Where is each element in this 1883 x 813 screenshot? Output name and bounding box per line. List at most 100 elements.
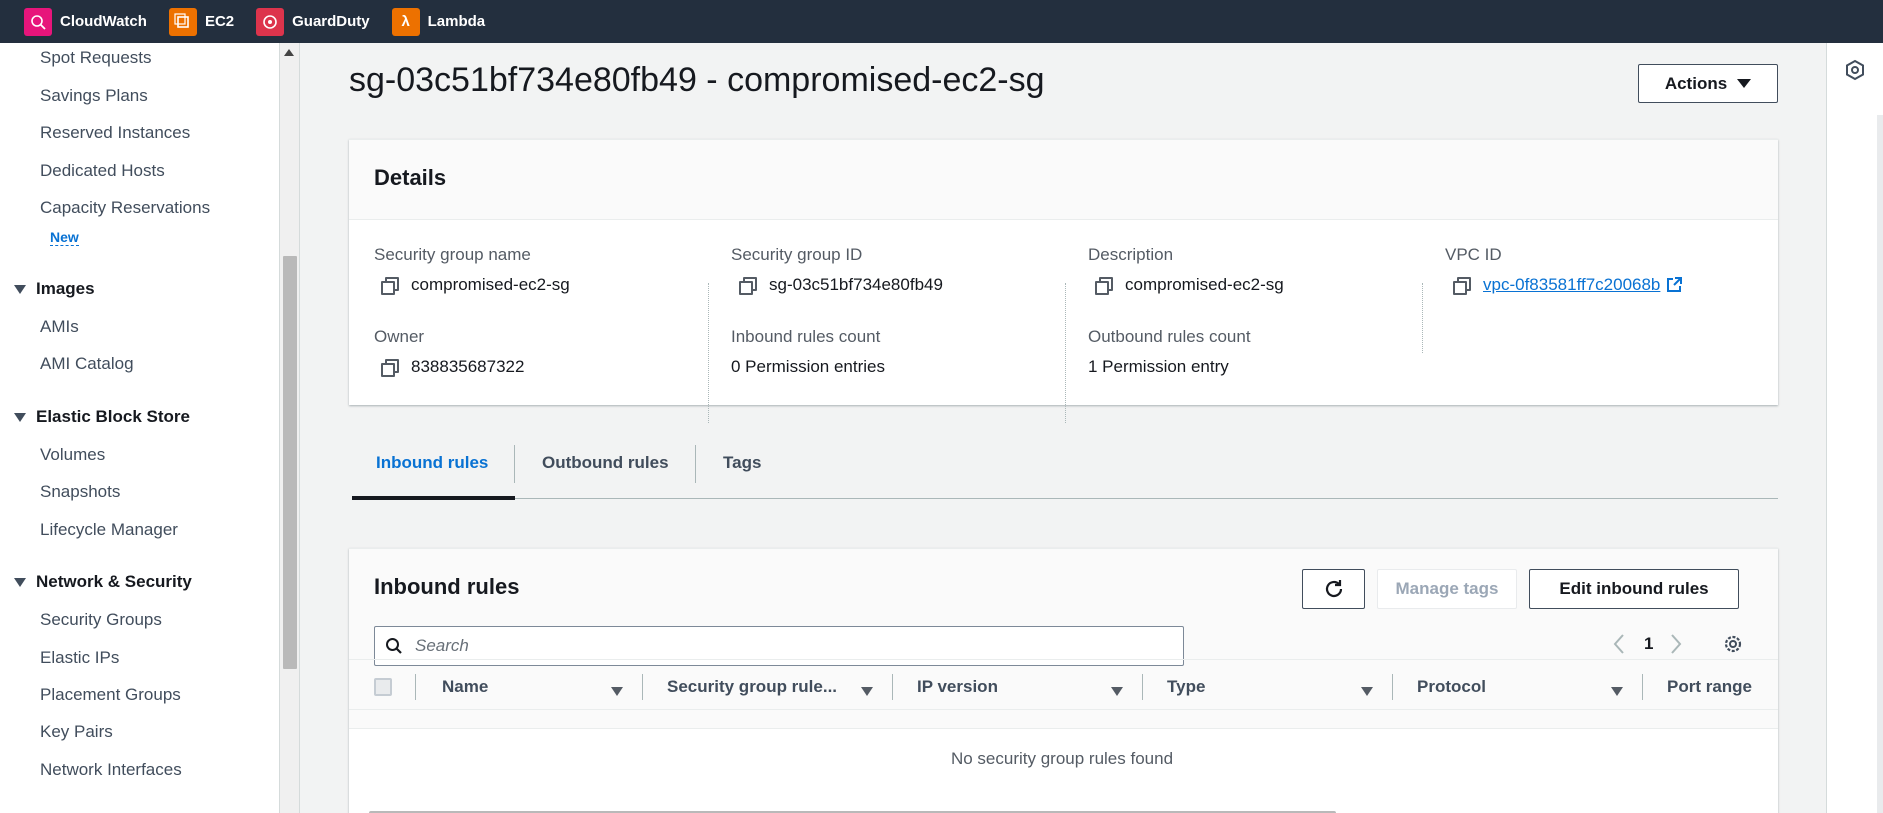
new-badge[interactable]: New <box>50 229 79 246</box>
gear-icon[interactable] <box>1722 633 1744 660</box>
service-label: CloudWatch <box>60 13 147 30</box>
sidebar-item-ami-catalog[interactable]: AMI Catalog <box>40 354 134 374</box>
prev-page-icon[interactable] <box>1612 633 1626 660</box>
tab-tags[interactable]: Tags <box>723 453 761 473</box>
sidebar-item-capacity-reservations[interactable]: Capacity Reservations <box>40 198 210 218</box>
next-page-icon[interactable] <box>1669 633 1683 660</box>
edit-inbound-rules-button[interactable]: Edit inbound rules <box>1529 569 1739 609</box>
sidebar-scrollbar-thumb[interactable] <box>283 256 297 669</box>
external-link-icon[interactable] <box>1666 277 1683 293</box>
section-title: Images <box>36 279 95 298</box>
cloudwatch-icon <box>24 7 52 36</box>
help-panel-icon[interactable] <box>1844 59 1866 86</box>
sidebar-item-savings-plans[interactable]: Savings Plans <box>40 86 148 106</box>
section-title: Network & Security <box>36 572 192 591</box>
lambda-icon: λ <box>391 7 420 36</box>
panel-header <box>349 140 1778 220</box>
column-header-security-group-rule[interactable]: Security group rule... <box>667 677 837 697</box>
sg-name-value: compromised-ec2-sg <box>381 275 570 295</box>
header-separator <box>415 674 416 700</box>
column-header-port-range[interactable]: Port range <box>1667 677 1752 697</box>
column-header-ip-version[interactable]: IP version <box>917 677 998 697</box>
page-number[interactable]: 1 <box>1644 634 1653 654</box>
service-shortcut-lambda[interactable]: λ Lambda <box>391 7 486 36</box>
header-separator <box>1642 674 1643 700</box>
sidebar-item-placement-groups[interactable]: Placement Groups <box>40 685 181 705</box>
actions-label: Actions <box>1664 73 1728 93</box>
service-shortcut-ec2[interactable]: EC2 <box>168 7 234 36</box>
column-divider <box>1422 283 1423 353</box>
copy-icon[interactable] <box>381 359 399 377</box>
sort-icon[interactable] <box>1361 687 1373 696</box>
sidebar-section-network-security[interactable]: Network & Security <box>14 572 192 592</box>
sg-id-text: sg-03c51bf734e80fb49 <box>769 275 943 294</box>
table-header-border <box>349 709 1778 710</box>
sidebar-section-elastic-block-store[interactable]: Elastic Block Store <box>14 407 190 427</box>
sidebar-item-security-groups[interactable]: Security Groups <box>40 610 162 630</box>
sidebar-section-images[interactable]: Images <box>14 279 95 299</box>
page-title: sg-03c51bf734e80fb49 - compromised-ec2-s… <box>349 61 1045 99</box>
tab-separator <box>514 445 515 483</box>
header-separator <box>1392 674 1393 700</box>
copy-icon[interactable] <box>739 277 757 295</box>
sg-id-label: Security group ID <box>731 245 863 264</box>
section-title: Elastic Block Store <box>36 407 191 426</box>
service-label: Lambda <box>427 13 486 30</box>
owner-text: 838835687322 <box>411 357 525 376</box>
copy-icon[interactable] <box>1453 277 1471 295</box>
inbound-count-value: 0 Permission entries <box>731 357 886 376</box>
sidebar-item-network-interfaces[interactable]: Network Interfaces <box>40 760 182 780</box>
column-header-protocol[interactable]: Protocol <box>1417 677 1486 697</box>
column-divider <box>708 283 709 423</box>
service-shortcut-cloudwatch[interactable]: CloudWatch <box>24 7 147 36</box>
sidebar-item-amis[interactable]: AMIs <box>40 317 79 337</box>
tab-outbound-rules[interactable]: Outbound rules <box>542 453 669 473</box>
column-header-type[interactable]: Type <box>1167 677 1205 697</box>
header-separator <box>1142 674 1143 700</box>
header-separator <box>642 674 643 700</box>
top-navigation-bar: CloudWatch EC2 GuardDuty λ Lambda <box>0 0 1883 43</box>
copy-icon[interactable] <box>381 277 399 295</box>
search-input[interactable]: Search <box>374 626 1184 666</box>
column-header-name[interactable]: Name <box>442 677 488 697</box>
description-label: Description <box>1088 245 1174 264</box>
sidebar-item-key-pairs[interactable]: Key Pairs <box>40 722 113 742</box>
sidebar-item-snapshots[interactable]: Snapshots <box>40 482 120 502</box>
details-panel: Details Security group name compromised-… <box>349 139 1778 405</box>
sort-icon[interactable] <box>861 687 873 696</box>
owner-value: 838835687322 <box>381 357 524 377</box>
guardduty-icon <box>256 7 285 36</box>
sidebar-item-spot-requests[interactable]: Spot Requests <box>40 48 152 68</box>
tab-separator <box>695 445 696 483</box>
sidebar-item-lifecycle-manager[interactable]: Lifecycle Manager <box>40 520 178 540</box>
description-text: compromised-ec2-sg <box>1125 275 1284 294</box>
refresh-icon <box>1325 580 1342 598</box>
details-title: Details <box>374 165 447 190</box>
refresh-button[interactable] <box>1302 569 1365 609</box>
vpc-id-value: vpc-0f83581ff7c20068b <box>1453 275 1683 295</box>
tab-inbound-rules[interactable]: Inbound rules <box>376 453 488 473</box>
sg-name-text: compromised-ec2-sg <box>411 275 570 294</box>
right-scrollbar[interactable] <box>1877 115 1883 813</box>
caret-down-icon <box>14 284 26 294</box>
sort-icon[interactable] <box>1111 687 1123 696</box>
caret-down-icon <box>14 577 26 587</box>
outbound-count-label: Outbound rules count <box>1088 327 1251 346</box>
sort-icon[interactable] <box>1611 687 1623 696</box>
actions-button[interactable]: Actions <box>1638 64 1778 103</box>
inbound-rules-panel: Inbound rules Manage tags Edit inbound r… <box>349 548 1778 813</box>
sidebar-item-elastic-ips[interactable]: Elastic IPs <box>40 648 119 668</box>
owner-label: Owner <box>374 327 425 346</box>
sidebar-item-dedicated-hosts[interactable]: Dedicated Hosts <box>40 161 165 181</box>
sidebar-item-volumes[interactable]: Volumes <box>40 445 105 465</box>
copy-icon[interactable] <box>1095 277 1113 295</box>
select-all-checkbox[interactable] <box>374 678 392 696</box>
service-shortcut-guardduty[interactable]: GuardDuty <box>256 7 370 36</box>
scroll-up-arrow-icon[interactable] <box>284 49 294 56</box>
sidebar-item-reserved-instances[interactable]: Reserved Instances <box>40 123 190 143</box>
manage-tags-button[interactable]: Manage tags <box>1377 569 1517 609</box>
search-placeholder: Search <box>415 636 469 655</box>
sort-icon[interactable] <box>611 687 623 696</box>
service-label: GuardDuty <box>292 13 370 30</box>
vpc-id-link[interactable]: vpc-0f83581ff7c20068b <box>1483 275 1660 295</box>
